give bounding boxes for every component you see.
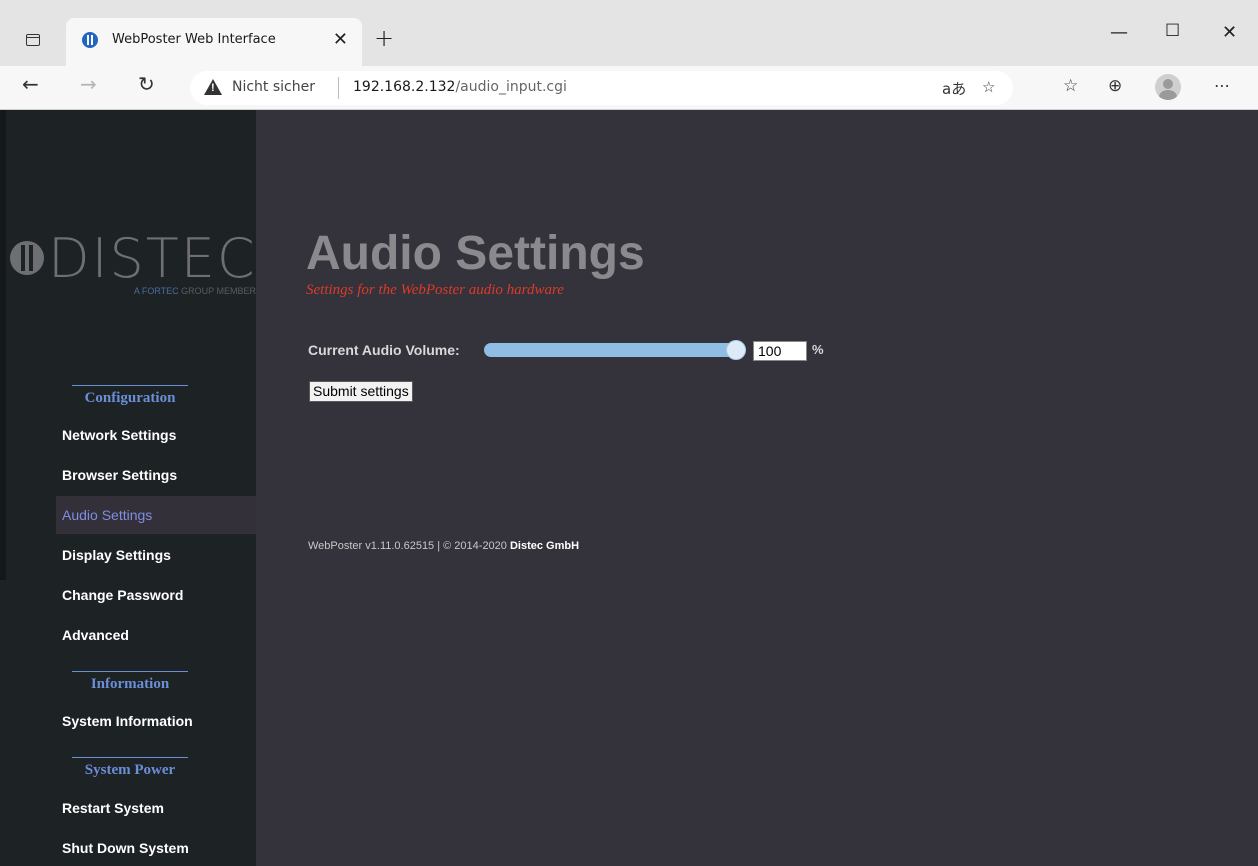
more-menu-icon[interactable]: ⋯ xyxy=(1214,76,1230,95)
logo-tagline-rest: GROUP MEMBER xyxy=(178,286,256,296)
sidebar-item-system-information[interactable]: System Information xyxy=(56,702,256,740)
section-system-power: System Power xyxy=(72,757,188,779)
distec-logo: DISTEC A FORTEC GROUP MEMBER xyxy=(4,228,256,298)
sidebar-item-audio-settings[interactable]: Audio Settings xyxy=(56,496,256,534)
minimize-icon[interactable]: — xyxy=(1110,22,1128,43)
security-label[interactable]: Nicht sicher xyxy=(232,79,315,95)
tab-actions-icon[interactable] xyxy=(26,34,40,46)
logo-wordmark: DISTEC xyxy=(48,227,257,290)
url-text[interactable]: 192.168.2.132/audio_input.cgi xyxy=(353,79,567,95)
footer-version: WebPoster v1.11.0.62515 | © 2014-2020 xyxy=(308,540,510,552)
sidebar-item-display-settings[interactable]: Display Settings xyxy=(56,536,256,574)
logo-tagline-highlight: A FORTEC xyxy=(133,286,179,296)
warning-icon[interactable] xyxy=(204,79,222,95)
browser-tab-bar: WebPoster Web Interface ✕ + — ☐ ✕ xyxy=(0,0,1258,66)
reload-icon[interactable]: ↻ xyxy=(138,72,155,96)
section-configuration: Configuration xyxy=(72,385,188,407)
close-window-icon[interactable]: ✕ xyxy=(1222,22,1237,43)
sidebar-item-restart-system[interactable]: Restart System xyxy=(56,789,256,827)
logo-tagline: A FORTEC GROUP MEMBER xyxy=(134,286,256,296)
section-information: Information xyxy=(72,671,188,693)
forward-icon[interactable]: → xyxy=(80,72,97,96)
tab-close-icon[interactable]: ✕ xyxy=(333,29,348,50)
sidebar-item-shut-down-system[interactable]: Shut Down System xyxy=(56,829,256,866)
tab-title: WebPoster Web Interface xyxy=(112,32,276,47)
distec-favicon-icon xyxy=(82,32,98,48)
browser-tab[interactable]: WebPoster Web Interface ✕ xyxy=(66,18,362,66)
favorites-icon[interactable]: ☆ xyxy=(1063,76,1078,96)
sidebar-edge xyxy=(0,110,6,580)
profile-avatar[interactable] xyxy=(1155,74,1181,100)
sidebar-item-browser-settings[interactable]: Browser Settings xyxy=(56,456,256,494)
page-title: Audio Settings xyxy=(306,227,645,280)
volume-input[interactable] xyxy=(753,341,807,361)
page-viewport: DISTEC A FORTEC GROUP MEMBER Configurati… xyxy=(0,110,1258,866)
volume-unit: % xyxy=(812,342,824,357)
back-icon[interactable]: ← xyxy=(22,72,39,96)
sidebar: DISTEC A FORTEC GROUP MEMBER Configurati… xyxy=(0,110,256,866)
submit-settings-button[interactable]: Submit settings xyxy=(309,381,413,402)
volume-slider-fill xyxy=(484,343,746,357)
address-bar[interactable]: Nicht sicher 192.168.2.132/audio_input.c… xyxy=(190,71,1013,105)
distec-logo-mark-icon xyxy=(10,241,44,275)
collections-icon[interactable]: ⊕ xyxy=(1108,76,1122,96)
volume-slider-thumb[interactable] xyxy=(726,340,746,360)
url-path: /audio_input.cgi xyxy=(455,79,567,95)
add-favorite-icon[interactable]: ☆ xyxy=(982,78,995,96)
new-tab-icon[interactable]: + xyxy=(374,24,394,52)
footer: WebPoster v1.11.0.62515 | © 2014-2020 Di… xyxy=(308,540,579,552)
volume-label: Current Audio Volume: xyxy=(308,342,460,358)
read-aloud-icon[interactable]: aあ xyxy=(942,78,966,99)
sidebar-item-change-password[interactable]: Change Password xyxy=(56,576,256,614)
browser-toolbar: ← → ↻ Nicht sicher 192.168.2.132/audio_i… xyxy=(0,66,1258,110)
sidebar-item-advanced[interactable]: Advanced xyxy=(56,616,256,654)
maximize-icon[interactable]: ☐ xyxy=(1165,21,1180,41)
address-divider xyxy=(338,77,339,99)
footer-company: Distec GmbH xyxy=(509,540,580,552)
page-subtitle: Settings for the WebPoster audio hardwar… xyxy=(306,282,564,298)
main-content: Audio Settings Settings for the WebPoste… xyxy=(256,110,1258,866)
volume-slider[interactable] xyxy=(484,340,746,360)
sidebar-item-network-settings[interactable]: Network Settings xyxy=(56,416,256,454)
url-host: 192.168.2.132 xyxy=(353,79,456,95)
